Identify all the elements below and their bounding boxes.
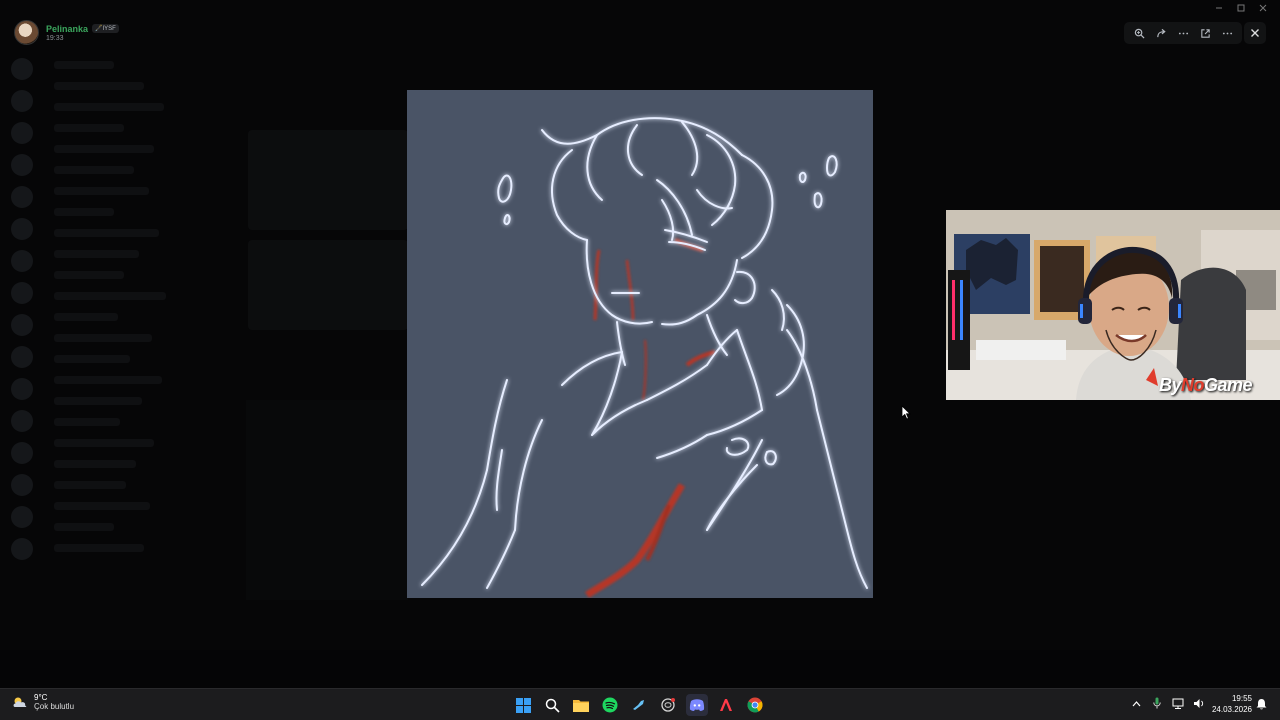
avatar[interactable] bbox=[14, 20, 39, 45]
taskbar-apps bbox=[512, 694, 766, 716]
message-bar bbox=[0, 650, 1280, 688]
close-icon bbox=[1251, 29, 1259, 37]
webcam-overlay: ByNoGame bbox=[946, 210, 1280, 400]
video-tile bbox=[248, 130, 408, 230]
chrome-icon[interactable] bbox=[744, 694, 766, 716]
taskbar: 9°C Çok bulutlu 19:55 24.03.2026 bbox=[0, 688, 1280, 720]
steam-icon[interactable] bbox=[628, 694, 650, 716]
server-list bbox=[0, 48, 44, 688]
uploader-name[interactable]: Pelinanka bbox=[46, 24, 88, 34]
chatgpt-icon[interactable] bbox=[657, 694, 679, 716]
chevron-up-icon[interactable] bbox=[1130, 697, 1142, 709]
more-icon[interactable] bbox=[1175, 25, 1191, 41]
spotify-icon[interactable] bbox=[599, 694, 621, 716]
drawing-image[interactable] bbox=[407, 90, 873, 598]
upload-time: 19:33 bbox=[46, 34, 64, 42]
search-icon[interactable] bbox=[541, 694, 563, 716]
system-tray bbox=[1130, 697, 1205, 709]
minimize-icon[interactable] bbox=[1214, 3, 1224, 13]
file-explorer-icon[interactable] bbox=[570, 694, 592, 716]
stream-preview bbox=[246, 400, 408, 600]
open-external-icon[interactable] bbox=[1197, 25, 1213, 41]
video-tile bbox=[248, 240, 408, 330]
adobe-icon[interactable] bbox=[715, 694, 737, 716]
image-viewer-toolbar bbox=[1124, 22, 1242, 44]
brand-watermark: ByNoGame bbox=[1158, 375, 1253, 395]
volume-icon[interactable] bbox=[1193, 697, 1205, 709]
weather-temp: 9°C bbox=[34, 693, 48, 702]
uploader-header[interactable]: Pelinanka 🖋️IYSF 19:33 bbox=[14, 20, 119, 45]
user-tag: 🖋️IYSF bbox=[92, 24, 119, 33]
window-controls bbox=[1214, 3, 1268, 13]
weather-desc: Çok bulutlu bbox=[34, 702, 75, 711]
system-clock[interactable]: 19:55 24.03.2026 bbox=[1208, 694, 1252, 714]
blood-strokes bbox=[585, 238, 716, 598]
overflow-icon[interactable] bbox=[1219, 25, 1235, 41]
microphone-icon[interactable] bbox=[1151, 697, 1163, 709]
channel-list bbox=[44, 48, 196, 648]
close-viewer-button[interactable] bbox=[1244, 22, 1266, 44]
maximize-icon[interactable] bbox=[1236, 3, 1246, 13]
clock-date: 24.03.2026 bbox=[1211, 705, 1252, 714]
line-art bbox=[421, 117, 868, 589]
uploader-info: Pelinanka 🖋️IYSF 19:33 bbox=[46, 24, 119, 42]
window-close-icon[interactable] bbox=[1258, 3, 1268, 13]
notification-bell-icon[interactable] bbox=[1256, 698, 1267, 710]
clock-time: 19:55 bbox=[1231, 694, 1252, 703]
zoom-icon[interactable] bbox=[1131, 25, 1147, 41]
cloud-icon bbox=[13, 697, 27, 707]
share-icon[interactable] bbox=[1153, 25, 1169, 41]
weather-widget[interactable]: 9°C Çok bulutlu bbox=[12, 693, 74, 711]
network-icon[interactable] bbox=[1172, 697, 1184, 709]
windows-start-icon[interactable] bbox=[512, 694, 534, 716]
mouse-cursor-icon bbox=[901, 405, 911, 420]
discord-icon[interactable] bbox=[686, 694, 708, 716]
